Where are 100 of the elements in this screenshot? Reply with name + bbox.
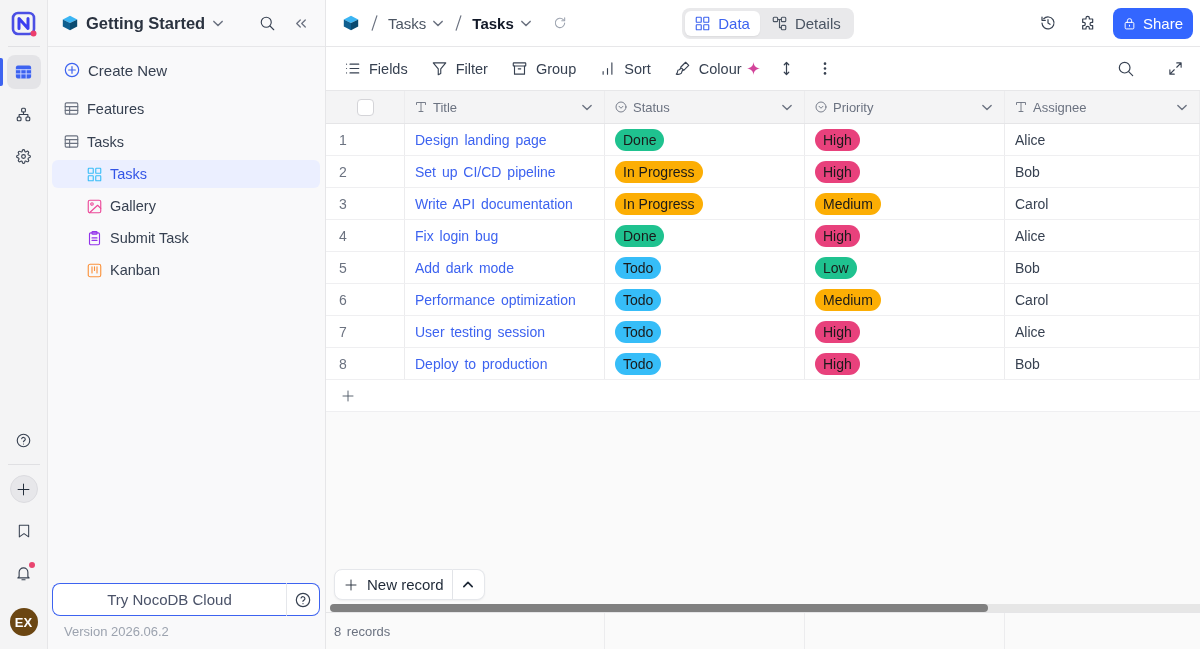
reload-icon (552, 16, 567, 30)
option-tag: Low (815, 256, 857, 279)
column-header[interactable]: Assignee (1005, 91, 1200, 123)
row-number: 7 (326, 316, 405, 347)
bell-icon (16, 565, 31, 581)
search-button[interactable] (260, 15, 275, 31)
table-icon (64, 134, 79, 149)
gallery-icon (87, 198, 102, 214)
group-button[interactable]: Group (505, 54, 583, 83)
more-button[interactable] (822, 62, 827, 75)
sort-button[interactable]: Sort (594, 54, 657, 83)
option-tag: In Progress (615, 160, 703, 183)
view-tab[interactable]: Data (685, 10, 760, 36)
share-button[interactable]: Share (1112, 7, 1193, 39)
cube-icon (343, 15, 359, 31)
option-tag: Todo (615, 352, 662, 375)
help-button[interactable] (287, 583, 320, 616)
table-cell: Design landing page (405, 124, 605, 155)
table-cell: Bob (1005, 252, 1200, 283)
slash-icon (455, 15, 463, 31)
caret-icon[interactable] (213, 19, 224, 27)
filter-button[interactable]: Filter (425, 54, 494, 83)
sparkle-icon (746, 62, 760, 75)
table-cell: Carol (1005, 284, 1200, 315)
table-cell: Deploy to production (405, 348, 605, 379)
select-type-icon (815, 101, 827, 113)
horizontal-scrollbar[interactable] (330, 604, 1200, 612)
record-count: 8 records (334, 623, 391, 639)
option-tag: High (815, 320, 860, 343)
option-tag: High (815, 160, 860, 183)
column-header[interactable]: Status (605, 91, 805, 123)
option-tag: Todo (615, 288, 662, 311)
version-label: Version 2026.06.2 (64, 624, 169, 640)
bookmark-icon (16, 524, 31, 538)
plus-icon (345, 578, 357, 591)
table-icon (15, 64, 32, 80)
puzzle-icon (1079, 15, 1096, 31)
table-cell: User testing session (405, 316, 605, 347)
row-number: 5 (326, 252, 405, 283)
tables-button[interactable] (6, 55, 41, 89)
base-title[interactable]: Getting Started (86, 13, 206, 33)
row-number: 6 (326, 284, 405, 315)
row-height-button[interactable] (781, 61, 791, 76)
view-item[interactable]: Tasks (52, 160, 320, 188)
table-cell: Fix login bug (405, 220, 605, 251)
table-cell: Alice (1005, 316, 1200, 347)
caret-icon (982, 103, 992, 111)
search-icon (260, 15, 275, 31)
caret-icon (433, 19, 444, 27)
plus-icon (17, 482, 30, 496)
select-all-checkbox[interactable] (356, 98, 374, 116)
try-cloud-button[interactable]: Try NocoDB Cloud (52, 583, 287, 616)
kanban-icon (87, 262, 102, 278)
column-header[interactable]: Priority (805, 91, 1005, 123)
option-tag: Medium (815, 192, 881, 215)
option-tag: Medium (815, 288, 881, 311)
table-cell: Add dark mode (405, 252, 605, 283)
add-row-button[interactable] (342, 389, 354, 402)
hierarchy-icon (16, 106, 31, 122)
expand-icon (1168, 61, 1183, 76)
table-cell: Performance optimization (405, 284, 605, 315)
table-cell: Bob (1005, 348, 1200, 379)
view-item[interactable]: Gallery (52, 192, 320, 220)
help-icon (295, 591, 311, 608)
expand-button[interactable] (1168, 61, 1183, 76)
extensions-button[interactable] (1079, 15, 1096, 31)
select-type-icon (615, 101, 627, 113)
add-button[interactable] (9, 475, 38, 503)
create-new-button[interactable]: Create New (52, 56, 320, 84)
table-cell: Alice (1005, 220, 1200, 251)
option-tag: Done (615, 224, 665, 247)
logo-icon[interactable] (10, 11, 37, 37)
column-header[interactable]: Title (405, 91, 605, 123)
table-item[interactable]: Tasks (52, 127, 320, 156)
breadcrumb-item[interactable]: Tasks (388, 14, 444, 32)
colour-button[interactable]: Colour (668, 54, 766, 83)
view-item[interactable]: Kanban (52, 256, 320, 284)
filter-icon (431, 61, 447, 76)
nodes-icon (771, 15, 787, 31)
table-item[interactable]: Features (52, 94, 320, 123)
row-number: 3 (326, 188, 405, 219)
option-tag: In Progress (615, 192, 703, 215)
breadcrumb-item[interactable]: Tasks (472, 14, 531, 32)
option-tag: High (815, 128, 860, 151)
search-button[interactable] (1118, 60, 1134, 77)
text-type-icon (415, 101, 427, 113)
view-item[interactable]: Submit Task (52, 224, 320, 252)
caret-icon (1177, 103, 1187, 111)
collapse-sidebar-button[interactable] (296, 18, 306, 28)
grid-icon (695, 15, 711, 31)
fields-button[interactable]: Fields (339, 54, 414, 83)
scrollbar-thumb[interactable] (330, 604, 988, 612)
search-icon (1118, 60, 1134, 77)
plus-icon (342, 389, 354, 402)
view-tab[interactable]: Details (761, 10, 851, 36)
history-button[interactable] (1039, 15, 1056, 31)
up-down-arrow-icon (781, 61, 791, 76)
new-record-button[interactable]: New record (334, 569, 453, 600)
user-avatar[interactable]: EX (9, 608, 38, 636)
grid-view-icon (87, 166, 102, 182)
